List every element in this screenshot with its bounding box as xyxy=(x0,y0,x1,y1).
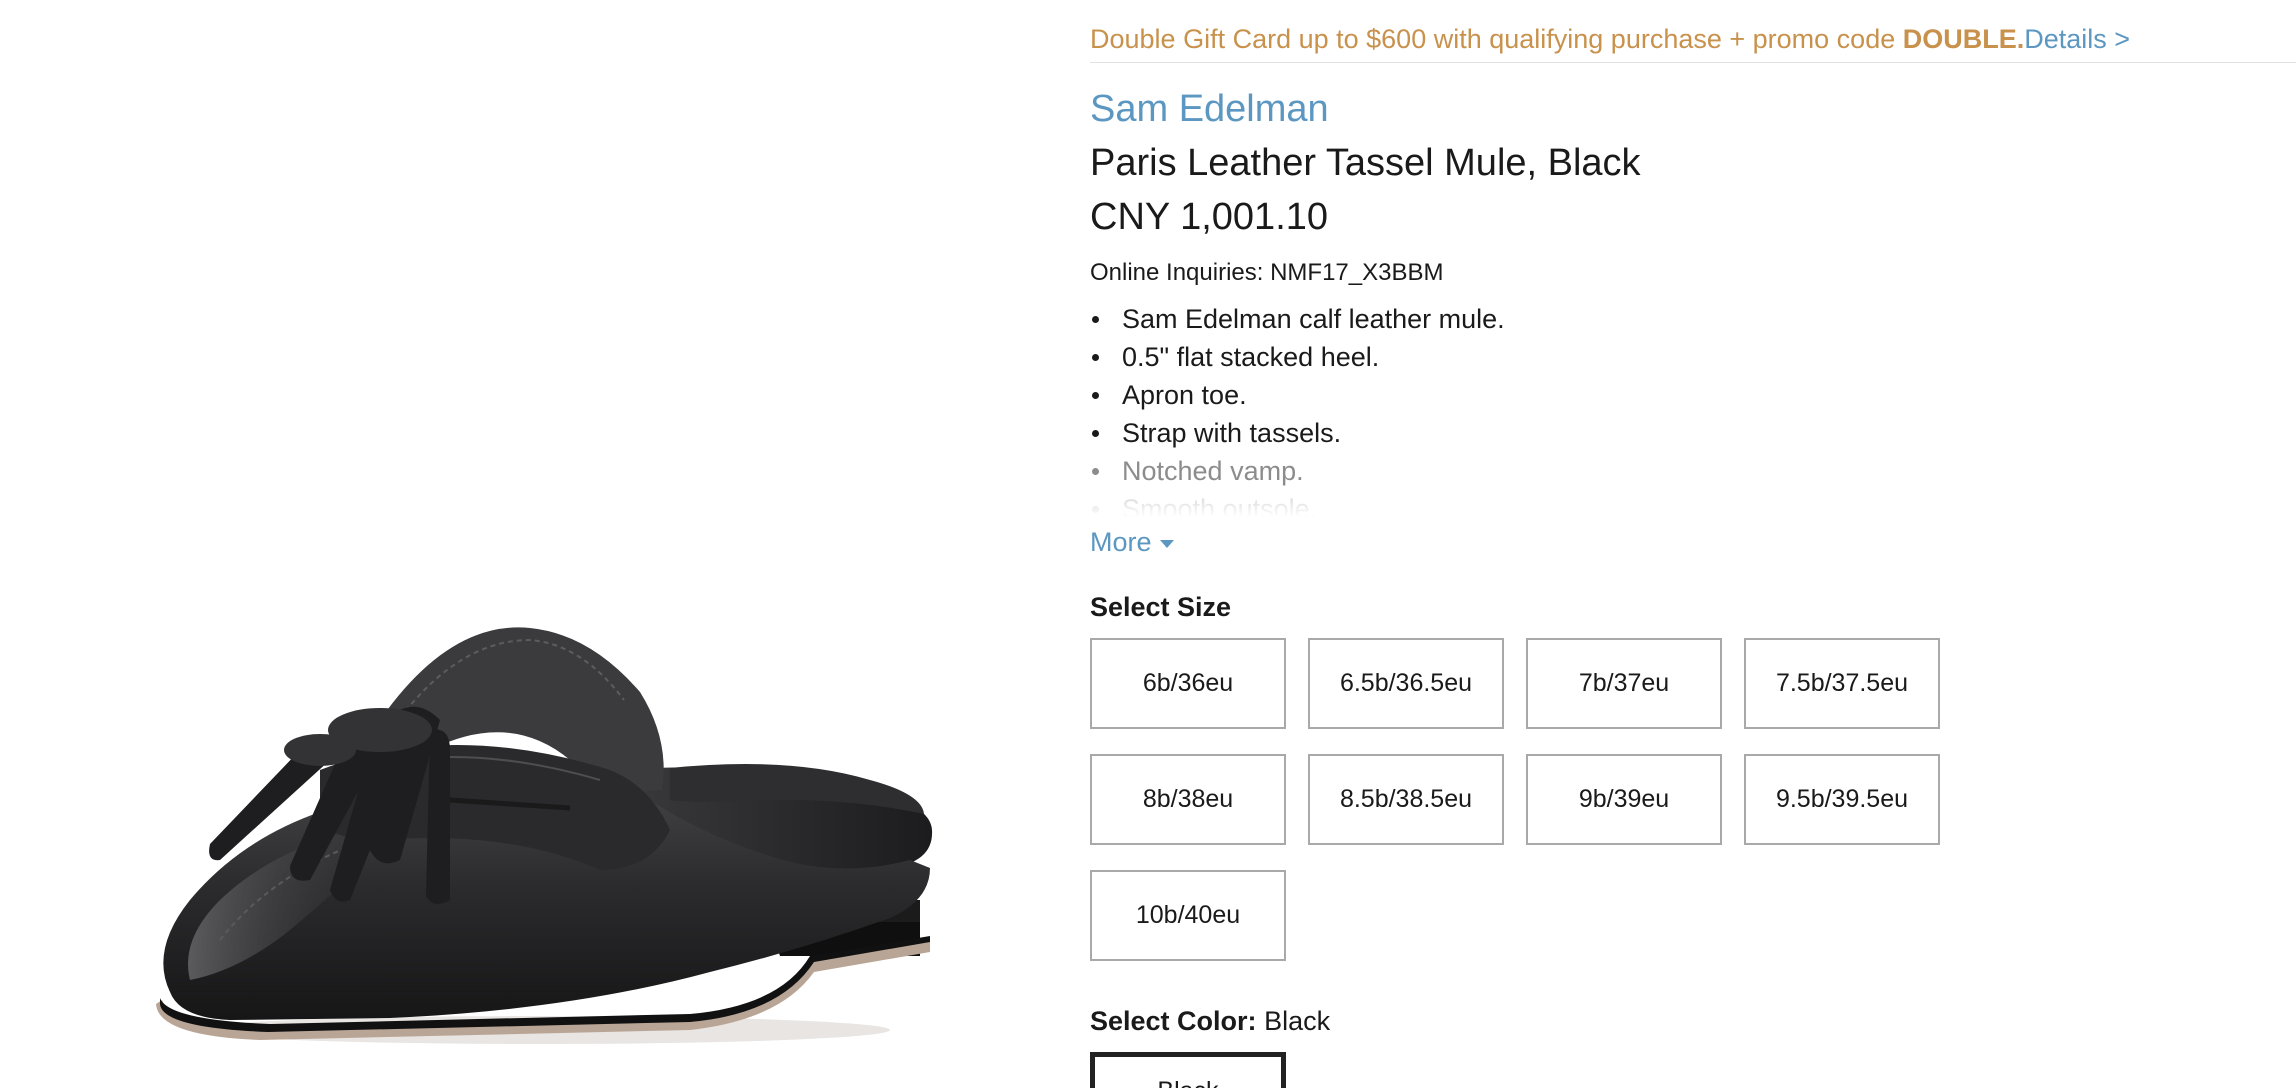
size-options: 6b/36eu 6.5b/36.5eu 7b/37eu 7.5b/37.5eu … xyxy=(1090,638,1950,961)
size-option[interactable]: 6.5b/36.5eu xyxy=(1308,638,1504,729)
selected-color-value: Black xyxy=(1264,1006,1331,1036)
size-option[interactable]: 7b/37eu xyxy=(1526,638,1722,729)
product-price: CNY 1,001.10 xyxy=(1090,196,1329,238)
color-swatch-black[interactable]: Black xyxy=(1090,1052,1286,1088)
product-details: Double Gift Card up to $600 with qualify… xyxy=(1090,0,2296,1088)
select-size-label: Select Size xyxy=(1090,592,1232,622)
promo-divider xyxy=(1090,62,2296,63)
select-color-label: Select Color: xyxy=(1090,1006,1257,1036)
size-option[interactable]: 7.5b/37.5eu xyxy=(1744,638,1940,729)
color-swatch-label: Black xyxy=(1157,1077,1218,1088)
promo-code: DOUBLE. xyxy=(1902,24,2025,54)
feature-list-fade xyxy=(1090,490,1690,522)
brand-link[interactable]: Sam Edelman xyxy=(1090,88,1329,131)
product-page: Double Gift Card up to $600 with qualify… xyxy=(0,0,2296,1088)
feature-item: Apron toe. xyxy=(1090,376,1505,414)
select-color: Select Color: Black xyxy=(1090,1006,1330,1037)
feature-item: 0.5" flat stacked heel. xyxy=(1090,338,1505,376)
promo-banner: Double Gift Card up to $600 with qualify… xyxy=(1090,24,2130,55)
size-option[interactable]: 8b/38eu xyxy=(1090,754,1286,845)
more-label: More xyxy=(1090,527,1152,557)
size-option[interactable]: 10b/40eu xyxy=(1090,870,1286,961)
feature-item: Strap with tassels. xyxy=(1090,414,1505,452)
product-image[interactable] xyxy=(150,600,950,1060)
product-image-area xyxy=(0,0,1060,1088)
more-button[interactable]: More xyxy=(1090,527,1174,558)
product-title: Paris Leather Tassel Mule, Black xyxy=(1090,142,1641,184)
size-option[interactable]: 8.5b/38.5eu xyxy=(1308,754,1504,845)
size-option[interactable]: 9.5b/39.5eu xyxy=(1744,754,1940,845)
promo-details-link[interactable]: Details > xyxy=(2024,24,2130,54)
online-inquiries: Online Inquiries: NMF17_X3BBM xyxy=(1090,259,1444,286)
caret-down-icon xyxy=(1159,539,1174,548)
feature-item: Notched vamp. xyxy=(1090,452,1505,490)
promo-text: Double Gift Card up to $600 with qualify… xyxy=(1090,24,1903,54)
size-option[interactable]: 6b/36eu xyxy=(1090,638,1286,729)
feature-item: Sam Edelman calf leather mule. xyxy=(1090,300,1505,338)
size-option[interactable]: 9b/39eu xyxy=(1526,754,1722,845)
